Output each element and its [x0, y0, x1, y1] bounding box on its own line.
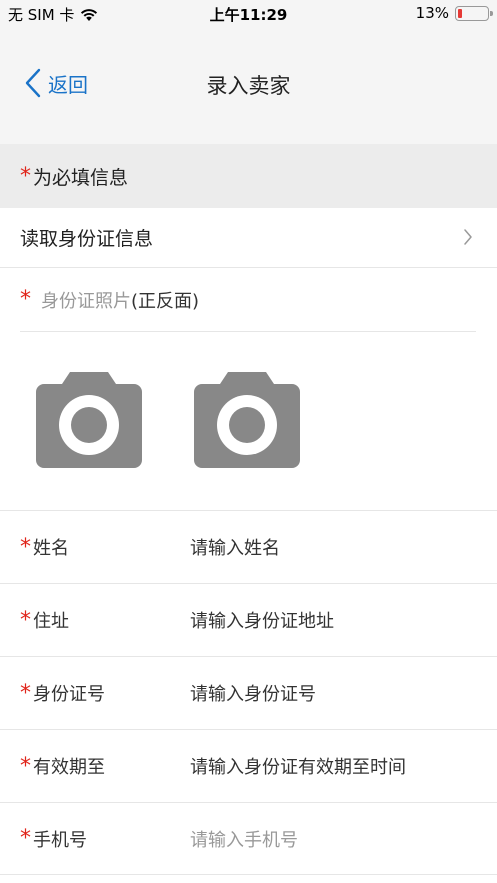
required-star: * [20, 534, 31, 560]
id-photo-label-row: * 身份证照片 (正反面) [20, 268, 476, 332]
battery-indicator: 13% [415, 4, 493, 22]
required-star: * [20, 753, 31, 779]
valid-until-label-text: 有效期至 [33, 757, 105, 778]
name-field[interactable]: 请输入姓名 [190, 534, 280, 560]
id-front-camera-button[interactable] [36, 372, 142, 468]
phone-field[interactable]: 请输入手机号 [190, 826, 298, 852]
battery-icon [455, 5, 493, 21]
required-star: * [20, 680, 31, 706]
id-back-camera-button[interactable] [194, 372, 300, 468]
address-row[interactable]: * 住址 请输入身份证地址 [0, 583, 497, 656]
read-id-card-row[interactable]: 读取身份证信息 [0, 208, 497, 268]
name-label: * 姓名 [0, 534, 190, 560]
status-bar: 无 SIM 卡 上午11:29 13% [0, 0, 497, 26]
valid-until-row[interactable]: * 有效期至 请输入身份证有效期至时间 [0, 729, 497, 802]
id-photo-label: 身份证照片 [41, 290, 131, 312]
required-star: * [20, 163, 31, 189]
required-star: * [20, 607, 31, 633]
name-label-text: 姓名 [33, 538, 69, 559]
required-star: * [20, 826, 31, 851]
page-title: 录入卖家 [206, 74, 291, 98]
address-label: * 住址 [0, 607, 190, 633]
required-banner-text: 为必填信息 [33, 166, 129, 189]
required-star: * [20, 287, 31, 312]
required-banner: * 为必填信息 [0, 144, 497, 208]
id-number-label: * 身份证号 [0, 680, 190, 706]
chevron-right-icon [464, 229, 472, 245]
id-number-row[interactable]: * 身份证号 请输入身份证号 [0, 656, 497, 729]
valid-until-field[interactable]: 请输入身份证有效期至时间 [190, 753, 406, 779]
camera-icon [36, 372, 142, 468]
name-row[interactable]: * 姓名 请输入姓名 [0, 510, 497, 583]
phone-row[interactable]: * 手机号 请输入手机号 [0, 802, 497, 875]
id-photo-sublabel: (正反面) [131, 290, 200, 312]
address-label-text: 住址 [33, 611, 69, 632]
battery-fill [458, 8, 462, 18]
phone-label: * 手机号 [0, 826, 190, 852]
camera-icon [194, 372, 300, 468]
phone-label-text: 手机号 [33, 829, 87, 851]
battery-percent: 13% [415, 4, 449, 22]
id-number-field[interactable]: 请输入身份证号 [190, 680, 316, 706]
id-number-label-text: 身份证号 [33, 684, 105, 705]
nav-bar: 返回 录入卖家 [0, 26, 497, 144]
read-id-card-label: 读取身份证信息 [20, 228, 154, 250]
valid-until-label: * 有效期至 [0, 753, 190, 779]
address-field[interactable]: 请输入身份证地址 [190, 607, 334, 633]
